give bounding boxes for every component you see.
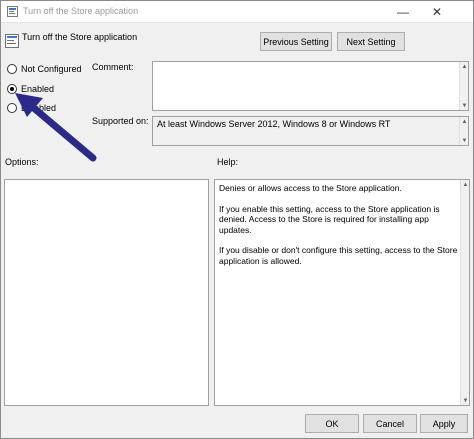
help-text: Denies or allows access to the Store app… — [219, 183, 459, 277]
cancel-button[interactable]: Cancel — [363, 414, 417, 433]
window-title: Turn off the Store application — [23, 6, 139, 16]
scroll-down-icon[interactable]: ▼ — [461, 102, 468, 109]
close-button[interactable]: ✕ — [419, 1, 455, 23]
comment-field[interactable]: ▲ ▼ — [152, 61, 469, 111]
options-panel — [4, 179, 209, 406]
help-paragraph: If you disable or don't configure this s… — [219, 245, 458, 266]
title-bar: Turn off the Store application — ✕ — [1, 1, 473, 23]
help-paragraph: Denies or allows access to the Store app… — [219, 183, 402, 193]
help-panel: Denies or allows access to the Store app… — [214, 179, 470, 406]
next-setting-button[interactable]: Next Setting — [337, 32, 405, 51]
radio-label: Enabled — [21, 84, 55, 94]
radio-not-configured[interactable]: Not Configured — [7, 64, 82, 74]
apply-button[interactable]: Apply — [420, 414, 468, 433]
help-label: Help: — [217, 157, 239, 167]
policy-setting-icon — [5, 34, 19, 48]
radio-label: Disabled — [21, 103, 57, 113]
scroll-up-icon[interactable]: ▲ — [461, 118, 468, 125]
scroll-down-icon[interactable]: ▼ — [461, 137, 468, 144]
scroll-up-icon[interactable]: ▲ — [462, 181, 469, 188]
minimize-icon: — — [397, 5, 409, 19]
radio-label: Not Configured — [21, 64, 82, 74]
options-label: Options: — [5, 157, 39, 167]
supported-scrollbar[interactable]: ▲ ▼ — [459, 117, 468, 145]
scroll-down-icon[interactable]: ▼ — [462, 397, 469, 404]
comment-label: Comment: — [92, 62, 134, 72]
radio-button[interactable] — [7, 64, 17, 74]
radio-disabled[interactable]: Disabled — [7, 103, 56, 113]
close-icon: ✕ — [431, 5, 443, 19]
radio-enabled[interactable]: Enabled — [7, 84, 54, 94]
supported-on-value: At least Windows Server 2012, Windows 8 … — [157, 119, 391, 129]
supported-on-label: Supported on: — [92, 116, 149, 126]
help-paragraph: If you enable this setting, access to th… — [219, 203, 440, 235]
help-scrollbar[interactable]: ▲ ▼ — [460, 180, 469, 405]
policy-dialog-window: Turn off the Store application — ✕ Turn … — [0, 0, 474, 439]
radio-button[interactable] — [7, 84, 17, 94]
ok-button[interactable]: OK — [305, 414, 359, 433]
policy-title: Turn off the Store application — [22, 32, 138, 42]
scroll-up-icon[interactable]: ▲ — [461, 63, 468, 70]
previous-setting-button[interactable]: Previous Setting — [260, 32, 332, 51]
supported-on-field: At least Windows Server 2012, Windows 8 … — [152, 116, 469, 146]
comment-scrollbar[interactable]: ▲ ▼ — [459, 62, 468, 110]
policy-settings-icon — [7, 6, 18, 17]
radio-button[interactable] — [7, 103, 17, 113]
minimize-button[interactable]: — — [385, 1, 421, 23]
